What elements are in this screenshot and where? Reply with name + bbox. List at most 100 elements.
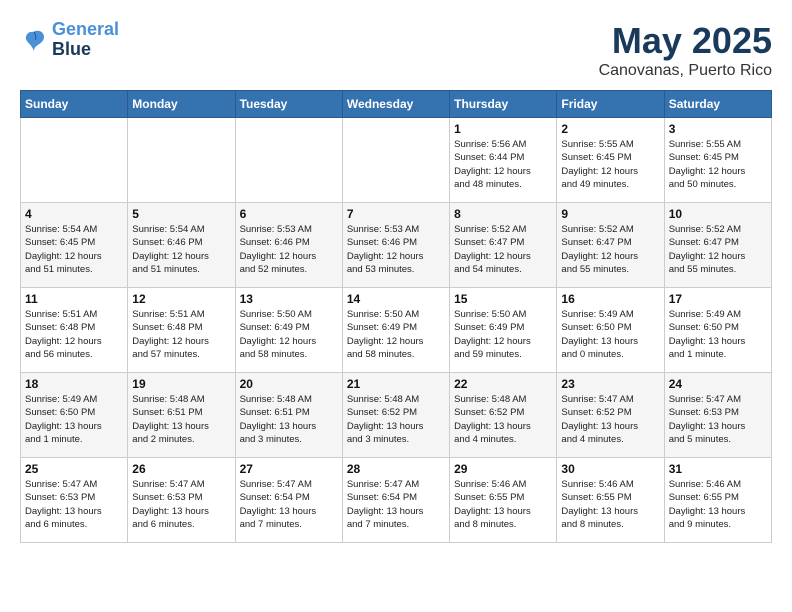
calendar-cell: 8Sunrise: 5:52 AMSunset: 6:47 PMDaylight…	[450, 203, 557, 288]
calendar-cell: 2Sunrise: 5:55 AMSunset: 6:45 PMDaylight…	[557, 118, 664, 203]
day-number: 22	[454, 377, 552, 391]
day-info: Sunrise: 5:47 AMSunset: 6:52 PMDaylight:…	[561, 393, 659, 446]
logo: GeneralBlue	[20, 20, 119, 60]
day-number: 18	[25, 377, 123, 391]
day-number: 12	[132, 292, 230, 306]
day-info: Sunrise: 5:53 AMSunset: 6:46 PMDaylight:…	[347, 223, 445, 276]
day-info: Sunrise: 5:54 AMSunset: 6:45 PMDaylight:…	[25, 223, 123, 276]
day-number: 23	[561, 377, 659, 391]
calendar-cell	[342, 118, 449, 203]
calendar-cell: 18 Sunrise: 5:49 AMSunset: 6:50 PMDayligh…	[21, 373, 128, 458]
calendar-cell: 14 Sunrise: 5:50 AMSunset: 6:49 PMDayligh…	[342, 288, 449, 373]
calendar-cell: 26 Sunrise: 5:47 AMSunset: 6:53 PMDayligh…	[128, 458, 235, 543]
day-number: 10	[669, 207, 767, 221]
calendar-cell: 30 Sunrise: 5:46 AMSunset: 6:55 PMDayligh…	[557, 458, 664, 543]
day-info: Sunrise: 5:46 AMSunset: 6:55 PMDaylight:…	[454, 478, 552, 531]
day-info: Sunrise: 5:47 AMSunset: 6:54 PMDaylight:…	[347, 478, 445, 531]
weekday-header-sunday: Sunday	[21, 91, 128, 118]
day-info: Sunrise: 5:51 AMSunset: 6:48 PMDaylight:…	[25, 308, 123, 361]
weekday-header-thursday: Thursday	[450, 91, 557, 118]
day-number: 4	[25, 207, 123, 221]
day-number: 13	[240, 292, 338, 306]
day-number: 3	[669, 122, 767, 136]
calendar-cell: 13 Sunrise: 5:50 AMSunset: 6:49 PMDayligh…	[235, 288, 342, 373]
day-info: Sunrise: 5:47 AMSunset: 6:53 PMDaylight:…	[669, 393, 767, 446]
day-number: 21	[347, 377, 445, 391]
calendar-cell: 29 Sunrise: 5:46 AMSunset: 6:55 PMDayligh…	[450, 458, 557, 543]
calendar-cell: 21 Sunrise: 5:48 AMSunset: 6:52 PMDayligh…	[342, 373, 449, 458]
calendar-cell: 16 Sunrise: 5:49 AMSunset: 6:50 PMDayligh…	[557, 288, 664, 373]
day-info: Sunrise: 5:52 AMSunset: 6:47 PMDaylight:…	[561, 223, 659, 276]
day-info: Sunrise: 5:51 AMSunset: 6:48 PMDaylight:…	[132, 308, 230, 361]
day-info: Sunrise: 5:48 AMSunset: 6:52 PMDaylight:…	[347, 393, 445, 446]
day-info: Sunrise: 5:52 AMSunset: 6:47 PMDaylight:…	[454, 223, 552, 276]
day-number: 14	[347, 292, 445, 306]
day-info: Sunrise: 5:50 AMSunset: 6:49 PMDaylight:…	[454, 308, 552, 361]
calendar-cell: 23 Sunrise: 5:47 AMSunset: 6:52 PMDayligh…	[557, 373, 664, 458]
day-number: 31	[669, 462, 767, 476]
day-number: 16	[561, 292, 659, 306]
day-number: 11	[25, 292, 123, 306]
day-number: 20	[240, 377, 338, 391]
day-info: Sunrise: 5:46 AMSunset: 6:55 PMDaylight:…	[561, 478, 659, 531]
calendar-cell: 24 Sunrise: 5:47 AMSunset: 6:53 PMDayligh…	[664, 373, 771, 458]
day-number: 15	[454, 292, 552, 306]
calendar-cell: 28 Sunrise: 5:47 AMSunset: 6:54 PMDayligh…	[342, 458, 449, 543]
day-number: 29	[454, 462, 552, 476]
day-number: 5	[132, 207, 230, 221]
header: GeneralBlue May 2025 Canovanas, Puerto R…	[20, 20, 772, 80]
day-number: 7	[347, 207, 445, 221]
calendar-cell: 6 Sunrise: 5:53 AMSunset: 6:46 PMDaylight…	[235, 203, 342, 288]
day-info: Sunrise: 5:54 AMSunset: 6:46 PMDaylight:…	[132, 223, 230, 276]
calendar-cell: 17 Sunrise: 5:49 AMSunset: 6:50 PMDayligh…	[664, 288, 771, 373]
calendar-cell: 4 Sunrise: 5:54 AMSunset: 6:45 PMDaylight…	[21, 203, 128, 288]
day-info: Sunrise: 5:55 AMSunset: 6:45 PMDaylight:…	[669, 138, 767, 191]
day-info: Sunrise: 5:49 AMSunset: 6:50 PMDaylight:…	[25, 393, 123, 446]
calendar-cell: 3 Sunrise: 5:55 AMSunset: 6:45 PMDaylight…	[664, 118, 771, 203]
weekday-header-tuesday: Tuesday	[235, 91, 342, 118]
calendar-cell	[128, 118, 235, 203]
calendar-cell: 9 Sunrise: 5:52 AMSunset: 6:47 PMDaylight…	[557, 203, 664, 288]
day-info: Sunrise: 5:49 AMSunset: 6:50 PMDaylight:…	[669, 308, 767, 361]
day-number: 9	[561, 207, 659, 221]
logo-text: GeneralBlue	[52, 20, 119, 60]
calendar-cell	[21, 118, 128, 203]
day-info: Sunrise: 5:53 AMSunset: 6:46 PMDaylight:…	[240, 223, 338, 276]
calendar-subtitle: Canovanas, Puerto Rico	[599, 62, 772, 80]
day-info: Sunrise: 5:50 AMSunset: 6:49 PMDaylight:…	[347, 308, 445, 361]
day-info: Sunrise: 5:47 AMSunset: 6:53 PMDaylight:…	[132, 478, 230, 531]
calendar-cell: 12 Sunrise: 5:51 AMSunset: 6:48 PMDayligh…	[128, 288, 235, 373]
calendar-table: SundayMondayTuesdayWednesdayThursdayFrid…	[20, 90, 772, 543]
day-info: Sunrise: 5:47 AMSunset: 6:54 PMDaylight:…	[240, 478, 338, 531]
day-info: Sunrise: 5:52 AMSunset: 6:47 PMDaylight:…	[669, 223, 767, 276]
calendar-title: May 2025	[599, 20, 772, 62]
calendar-cell: 20Sunrise: 5:48 AMSunset: 6:51 PMDayligh…	[235, 373, 342, 458]
calendar-cell: 25Sunrise: 5:47 AMSunset: 6:53 PMDayligh…	[21, 458, 128, 543]
calendar-cell: 5 Sunrise: 5:54 AMSunset: 6:46 PMDaylight…	[128, 203, 235, 288]
day-number: 28	[347, 462, 445, 476]
calendar-cell: 31 Sunrise: 5:46 AMSunset: 6:55 PMDayligh…	[664, 458, 771, 543]
weekday-header-wednesday: Wednesday	[342, 91, 449, 118]
day-info: Sunrise: 5:49 AMSunset: 6:50 PMDaylight:…	[561, 308, 659, 361]
day-number: 17	[669, 292, 767, 306]
day-info: Sunrise: 5:48 AMSunset: 6:52 PMDaylight:…	[454, 393, 552, 446]
day-info: Sunrise: 5:46 AMSunset: 6:55 PMDaylight:…	[669, 478, 767, 531]
day-info: Sunrise: 5:56 AMSunset: 6:44 PMDaylight:…	[454, 138, 552, 191]
calendar-cell: 10 Sunrise: 5:52 AMSunset: 6:47 PMDayligh…	[664, 203, 771, 288]
calendar-cell: 19Sunrise: 5:48 AMSunset: 6:51 PMDayligh…	[128, 373, 235, 458]
calendar-cell: 11 Sunrise: 5:51 AMSunset: 6:48 PMDayligh…	[21, 288, 128, 373]
day-number: 6	[240, 207, 338, 221]
calendar-cell: 7 Sunrise: 5:53 AMSunset: 6:46 PMDaylight…	[342, 203, 449, 288]
day-number: 27	[240, 462, 338, 476]
day-number: 19	[132, 377, 230, 391]
day-info: Sunrise: 5:50 AMSunset: 6:49 PMDaylight:…	[240, 308, 338, 361]
day-number: 26	[132, 462, 230, 476]
day-number: 24	[669, 377, 767, 391]
calendar-cell: 22 Sunrise: 5:48 AMSunset: 6:52 PMDayligh…	[450, 373, 557, 458]
day-number: 1	[454, 122, 552, 136]
day-number: 30	[561, 462, 659, 476]
day-info: Sunrise: 5:47 AMSunset: 6:53 PMDaylight:…	[25, 478, 123, 531]
title-area: May 2025 Canovanas, Puerto Rico	[599, 20, 772, 80]
calendar-cell: 27 Sunrise: 5:47 AMSunset: 6:54 PMDayligh…	[235, 458, 342, 543]
calendar-cell	[235, 118, 342, 203]
